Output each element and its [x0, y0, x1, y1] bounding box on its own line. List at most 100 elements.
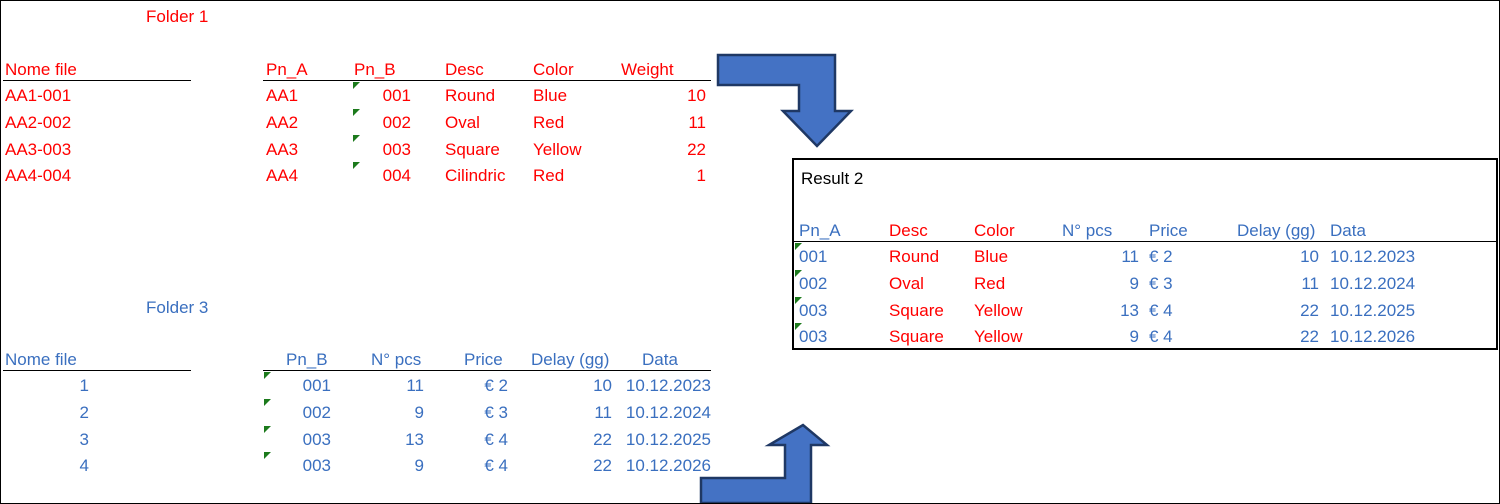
bottom-cell-pn-b: 003 — [302, 456, 331, 475]
bottom-cell-price: € 4 — [484, 430, 508, 449]
top-cell-pn-a: AA3 — [266, 140, 299, 159]
result-cell-delay: 22 — [1300, 327, 1319, 346]
bottom-cell-pcs: 9 — [414, 456, 424, 475]
top-cell-pn-b: 002 — [382, 113, 411, 132]
result2-panel: Result 2 Pn_A Desc Color N° pcs Price De… — [792, 158, 1498, 350]
bottom-nome-file-value: 2 — [79, 403, 89, 422]
top-nome-file-header: Nome file — [5, 60, 77, 79]
bottom-header-data: Data — [642, 350, 678, 369]
bottom-cell-data: 10.12.2024 — [625, 403, 711, 422]
bottom-nome-file-value: 1 — [79, 376, 89, 395]
result-cell-data: 10.12.2023 — [1330, 247, 1416, 266]
top-cell-weight: 11 — [688, 113, 706, 132]
top-header-weight: Weight — [621, 60, 674, 79]
folder3-label: Folder 3 — [146, 298, 209, 317]
result-header-data: Data — [1330, 221, 1366, 240]
top-cell-weight: 10 — [687, 86, 706, 105]
bottom-header-delay: Delay (gg) — [531, 350, 610, 369]
top-cell-color: Blue — [533, 86, 568, 105]
result-header-rule — [794, 241, 1496, 242]
result-cell-pn-a: 001 — [799, 247, 828, 266]
folder1-label: Folder 1 — [146, 7, 209, 26]
bottom-cell-pcs: 9 — [414, 403, 424, 422]
top-cell-color: Yellow — [533, 140, 582, 159]
top-header-pn-b: Pn_B — [354, 60, 396, 79]
top-nome-file-value: AA1-001 — [5, 86, 72, 105]
bottom-nome-file-value: 4 — [79, 456, 89, 475]
result2-title: Result 2 — [801, 169, 864, 188]
bottom-table-header-rule — [263, 370, 711, 371]
bottom-cell-pn-b: 002 — [302, 403, 331, 422]
result-cell-data: 10.12.2026 — [1330, 327, 1416, 346]
result-cell-pcs: 9 — [1129, 327, 1139, 346]
bottom-cell-price: € 2 — [484, 376, 508, 395]
result-cell-price: € 2 — [1149, 247, 1173, 266]
top-nome-file-value: AA4-004 — [5, 166, 72, 185]
bent-arrow-right-down-icon — [716, 53, 854, 148]
top-cell-color: Red — [533, 166, 565, 185]
top-cell-weight: 22 — [687, 140, 706, 159]
result-header-pn-a: Pn_A — [799, 221, 841, 240]
result-cell-desc: Oval — [889, 274, 924, 293]
top-cell-pn-a: AA2 — [266, 113, 299, 132]
result-cell-color: Yellow — [974, 301, 1023, 320]
result-cell-price: € 3 — [1149, 274, 1173, 293]
bottom-cell-data: 10.12.2025 — [625, 430, 711, 449]
result-cell-delay: 10 — [1300, 247, 1319, 266]
bottom-nome-file-header: Nome file — [5, 350, 77, 369]
top-table-header-rule — [263, 80, 711, 81]
result-cell-price: € 4 — [1149, 301, 1173, 320]
result-header-color: Color — [974, 221, 1015, 240]
bent-arrow-right-up-icon — [699, 423, 831, 503]
bottom-cell-data: 10.12.2023 — [625, 376, 711, 395]
result-cell-pcs: 13 — [1120, 301, 1139, 320]
bottom-cell-pn-b: 001 — [302, 376, 331, 395]
top-cell-desc: Oval — [445, 113, 480, 132]
result-cell-desc: Square — [889, 327, 944, 346]
result-cell-price: € 4 — [1149, 327, 1173, 346]
result-cell-data: 10.12.2024 — [1330, 274, 1416, 293]
bottom-nome-file-rule — [3, 370, 191, 371]
bottom-cell-price: € 3 — [484, 403, 508, 422]
bottom-cell-pn-b: 003 — [302, 430, 331, 449]
result-cell-pcs: 9 — [1129, 274, 1139, 293]
bottom-header-price: Price — [464, 350, 503, 369]
top-cell-pn-b: 001 — [382, 86, 411, 105]
top-cell-weight: 1 — [696, 166, 706, 185]
result-cell-desc: Square — [889, 301, 944, 320]
result-cell-desc: Round — [889, 247, 940, 266]
top-cell-desc: Square — [445, 140, 500, 159]
result-cell-color: Blue — [974, 247, 1009, 266]
top-cell-pn-a: AA1 — [266, 86, 299, 105]
bottom-cell-data: 10.12.2026 — [625, 456, 711, 475]
bottom-cell-pcs: 11 — [406, 376, 424, 395]
result-cell-color: Yellow — [974, 327, 1023, 346]
top-cell-pn-b: 004 — [382, 166, 411, 185]
result-cell-delay: 22 — [1300, 301, 1319, 320]
result-cell-delay: 11 — [1301, 274, 1319, 293]
top-nome-file-value: AA3-003 — [5, 140, 72, 159]
result-header-pcs: N° pcs — [1062, 221, 1113, 240]
result-cell-pn-a: 003 — [799, 327, 828, 346]
result-cell-color: Red — [974, 274, 1006, 293]
bottom-cell-pcs: 13 — [405, 430, 424, 449]
bottom-cell-price: € 4 — [484, 456, 508, 475]
result-cell-pn-a: 002 — [799, 274, 828, 293]
result-cell-pcs: 11 — [1121, 247, 1139, 266]
result-cell-data: 10.12.2025 — [1330, 301, 1416, 320]
top-header-pn-a: Pn_A — [266, 60, 308, 79]
top-cell-desc: Cilindric — [445, 166, 506, 185]
bottom-nome-file-value: 3 — [79, 430, 89, 449]
top-cell-desc: Round — [445, 86, 496, 105]
top-nome-file-value: AA2-002 — [5, 113, 72, 132]
top-header-desc: Desc — [445, 60, 484, 79]
top-nome-file-rule — [3, 80, 191, 81]
top-cell-pn-a: AA4 — [266, 166, 299, 185]
bottom-header-pn-b: Pn_B — [286, 350, 328, 369]
result-header-desc: Desc — [889, 221, 928, 240]
top-cell-pn-b: 003 — [382, 140, 411, 159]
bottom-header-pcs: N° pcs — [371, 350, 422, 369]
top-cell-color: Red — [533, 113, 565, 132]
diagram-canvas: Folder 1 Nome file AA1-001 AA2-002 AA3-0… — [0, 0, 1500, 504]
result-header-price: Price — [1149, 221, 1188, 240]
